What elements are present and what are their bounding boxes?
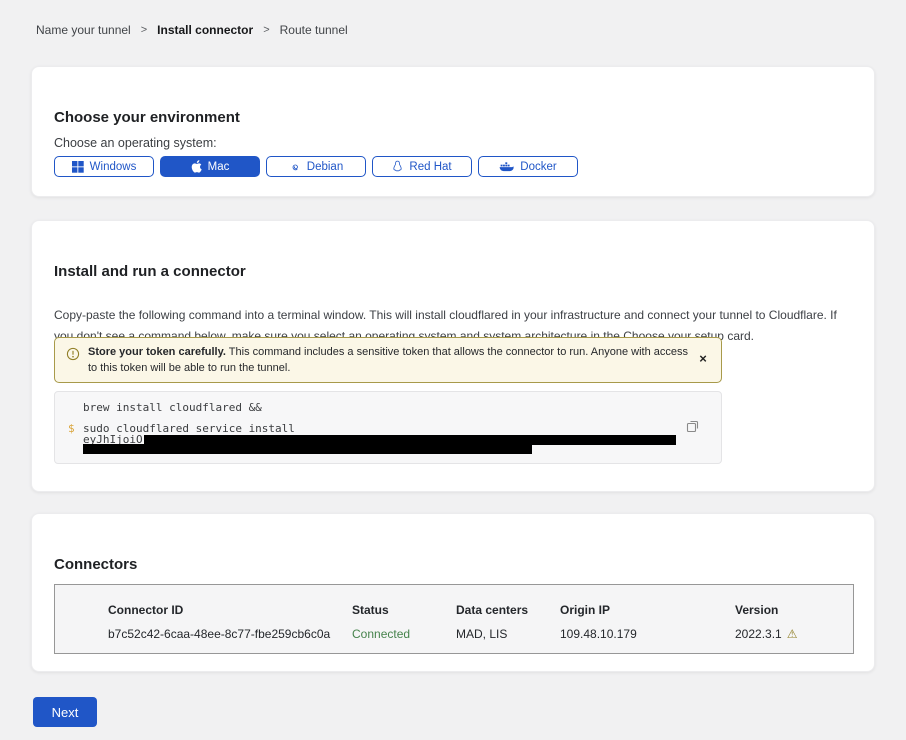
- operating-system-label: Choose an operating system:: [54, 136, 217, 150]
- os-button-label: Mac: [208, 161, 230, 173]
- breadcrumb-route-tunnel[interactable]: Route tunnel: [280, 23, 348, 37]
- table-row: b7c52c42-6caa-48ee-8c77-fbe259cb6c0a Con…: [55, 627, 853, 641]
- version-warning-icon: ⚠: [787, 628, 798, 640]
- redacted-token-bar: [83, 444, 532, 454]
- cell-origin-ip: 109.48.10.179: [560, 627, 735, 641]
- os-button-group: Windows Mac Debian: [54, 156, 578, 177]
- os-button-debian[interactable]: Debian: [266, 156, 366, 177]
- next-button[interactable]: Next: [33, 697, 97, 727]
- cell-connector-id: b7c52c42-6caa-48ee-8c77-fbe259cb6c0a: [108, 627, 352, 641]
- code-line-brew: brew install cloudflared &&: [83, 401, 262, 414]
- windows-icon: [72, 161, 84, 173]
- install-connector-title: Install and run a connector: [54, 263, 246, 280]
- install-connector-card: Install and run a connector Copy-paste t…: [31, 220, 875, 492]
- connectors-title: Connectors: [54, 556, 137, 573]
- choose-environment-card: Choose your environment Choose an operat…: [31, 66, 875, 197]
- os-button-label: Debian: [307, 161, 343, 173]
- breadcrumb-separator: >: [263, 24, 269, 36]
- token-warning-banner: Store your token carefully. This command…: [54, 337, 722, 383]
- cell-data-centers: MAD, LIS: [456, 627, 560, 641]
- header-origin-ip: Origin IP: [560, 603, 735, 617]
- connectors-table-header: Connector ID Status Data centers Origin …: [55, 603, 853, 617]
- close-icon[interactable]: ×: [695, 351, 711, 367]
- breadcrumb-name-your-tunnel[interactable]: Name your tunnel: [36, 23, 131, 37]
- docker-icon: [499, 161, 514, 172]
- os-button-label: Docker: [520, 161, 556, 173]
- connectors-card: Connectors Connector ID Status Data cent…: [31, 513, 875, 672]
- shell-prompt: $: [68, 422, 75, 435]
- choose-environment-title: Choose your environment: [54, 109, 240, 126]
- os-button-label: Red Hat: [409, 161, 451, 173]
- token-warning-bold: Store your token carefully.: [88, 346, 226, 358]
- os-button-label: Windows: [90, 161, 137, 173]
- apple-icon: [191, 160, 202, 173]
- cell-version: 2022.3.1 ⚠: [735, 627, 853, 641]
- token-warning-text: Store your token carefully. This command…: [88, 344, 691, 376]
- connectors-table: Connector ID Status Data centers Origin …: [54, 584, 854, 654]
- os-button-redhat[interactable]: Red Hat: [372, 156, 472, 177]
- breadcrumb-separator: >: [141, 24, 147, 36]
- header-version: Version: [735, 603, 853, 617]
- copy-icon[interactable]: [685, 419, 701, 435]
- info-icon: [66, 347, 80, 366]
- os-button-docker[interactable]: Docker: [478, 156, 578, 177]
- os-button-windows[interactable]: Windows: [54, 156, 154, 177]
- header-data-centers: Data centers: [456, 603, 560, 617]
- status-badge: Connected: [352, 627, 456, 641]
- version-value: 2022.3.1: [735, 627, 782, 641]
- header-status: Status: [352, 603, 456, 617]
- breadcrumb: Name your tunnel > Install connector > R…: [36, 23, 348, 37]
- os-button-mac[interactable]: Mac: [160, 156, 260, 177]
- header-connector-id: Connector ID: [108, 603, 352, 617]
- breadcrumb-install-connector[interactable]: Install connector: [157, 23, 253, 37]
- tunnel-setup-page: Name your tunnel > Install connector > R…: [0, 0, 906, 740]
- redhat-icon: [392, 160, 403, 173]
- install-command-codeblock: brew install cloudflared && $ sudo cloud…: [54, 391, 722, 464]
- debian-icon: [289, 161, 301, 173]
